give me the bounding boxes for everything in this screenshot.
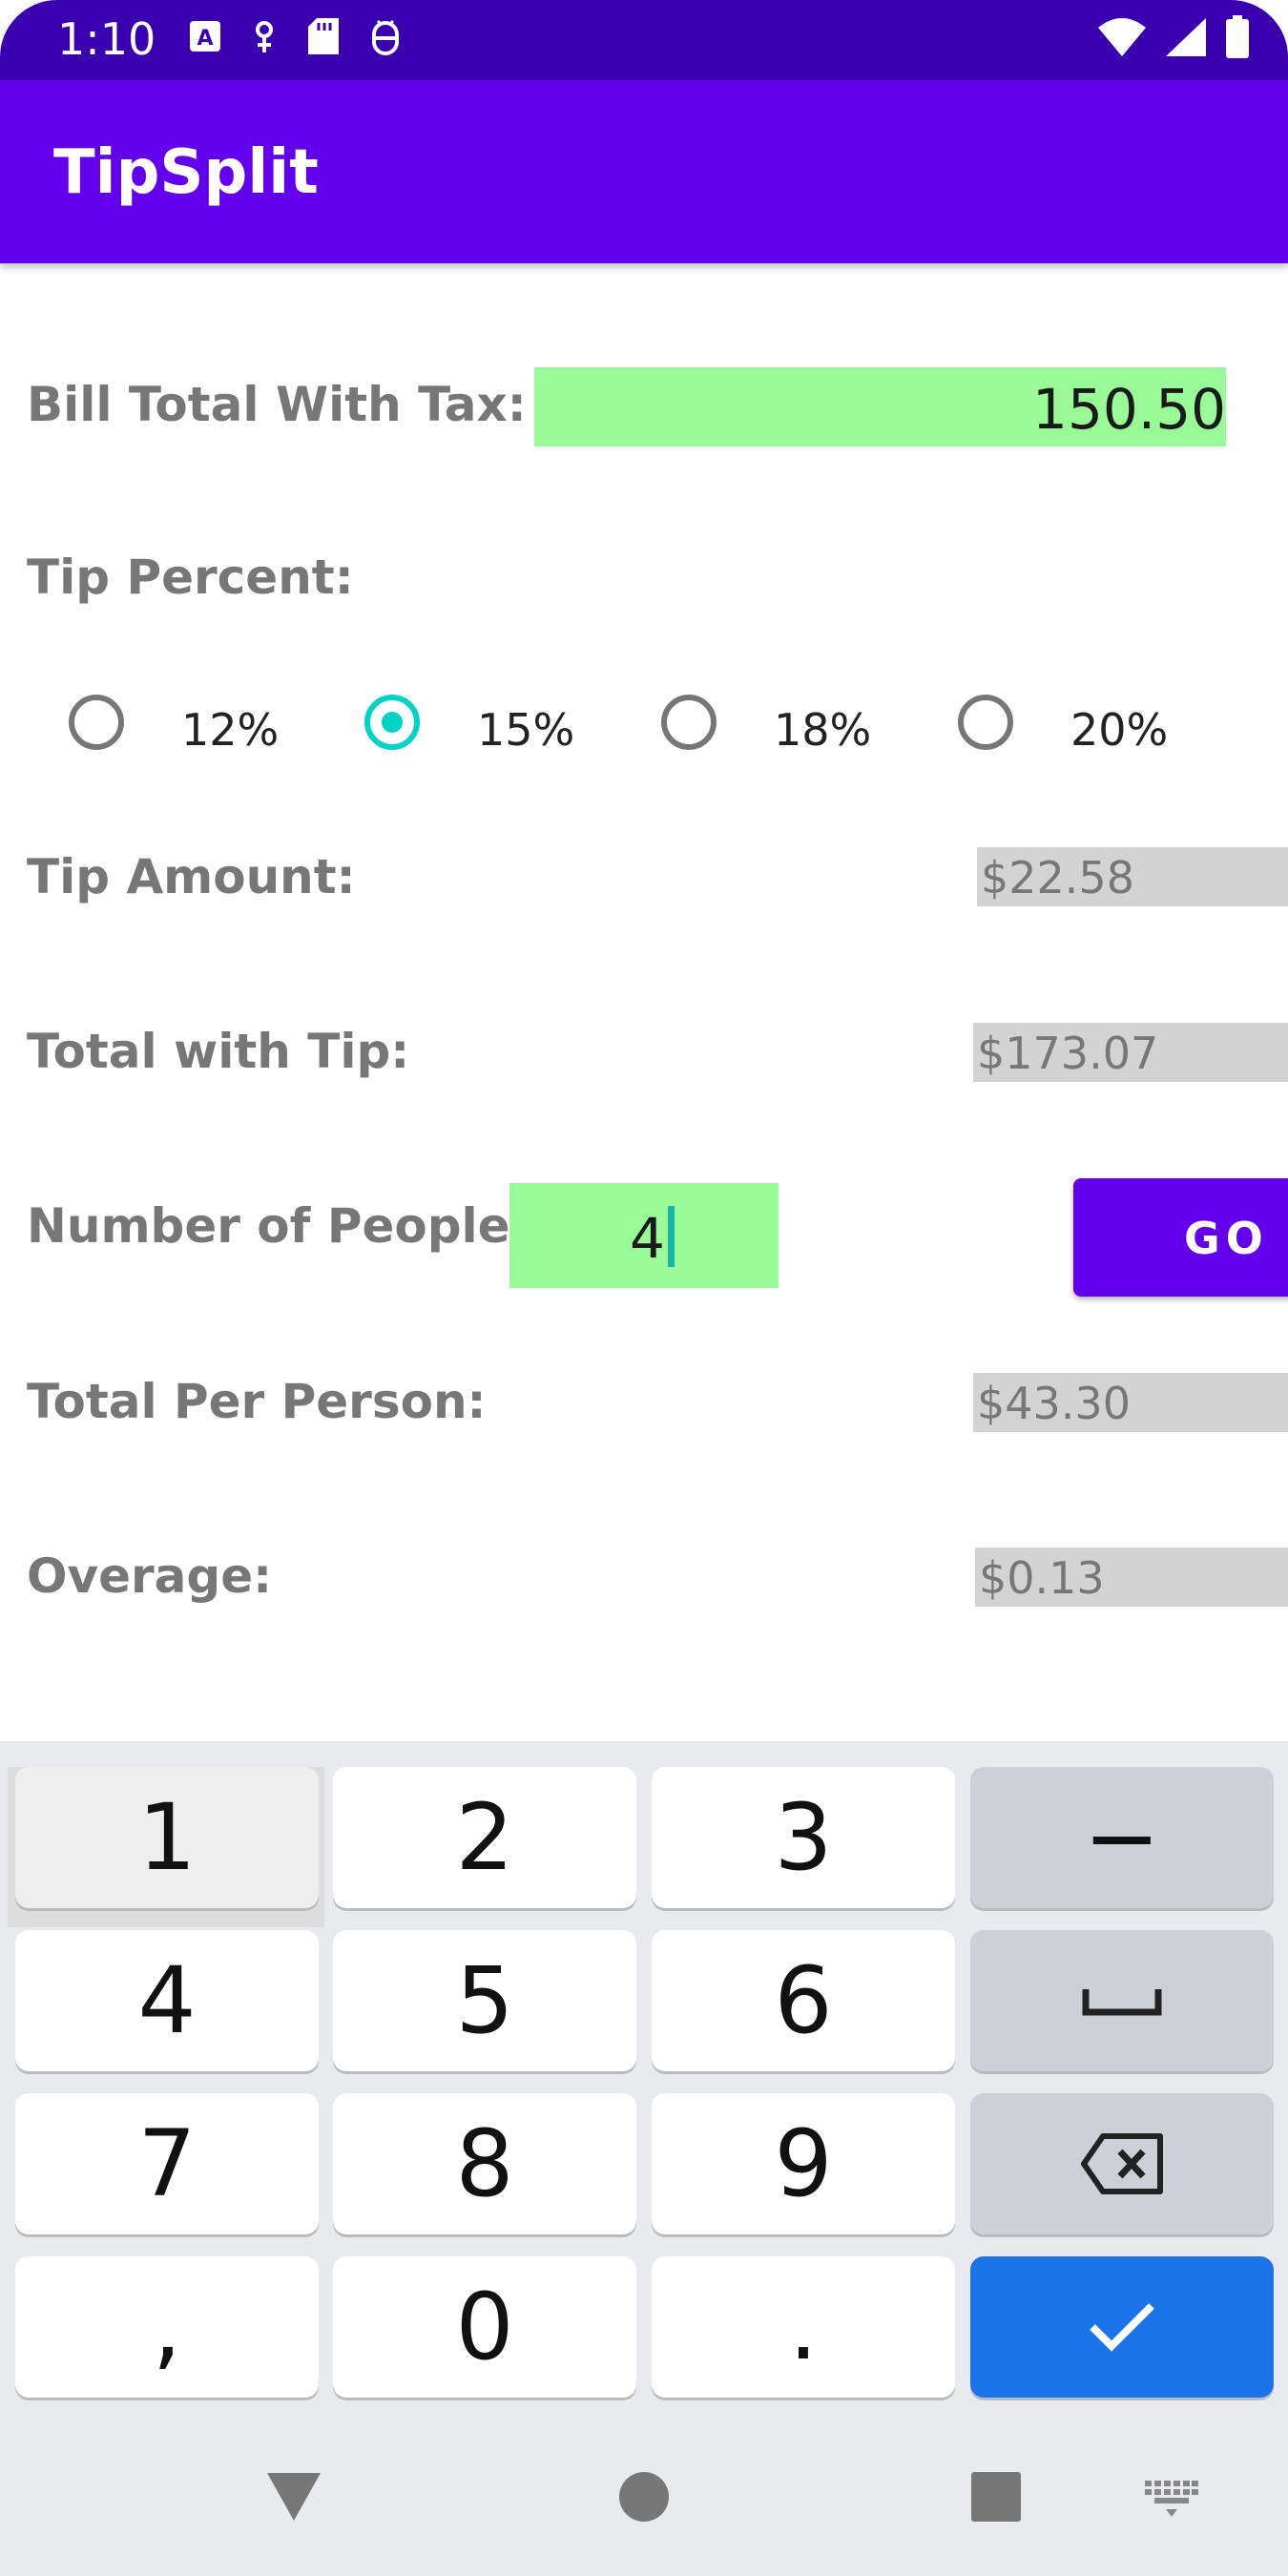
space-icon — [1082, 1989, 1162, 2016]
tip-amount-output: $22.58 — [977, 847, 1288, 906]
signal-icon — [1166, 18, 1206, 56]
key-6[interactable]: 6 — [652, 1930, 955, 2071]
bill-total-label: Bill Total With Tax: — [27, 377, 527, 432]
key-1[interactable]: 1 — [15, 1767, 319, 1908]
radio-unchecked-icon — [69, 695, 124, 750]
key-2[interactable]: 2 — [333, 1767, 636, 1908]
sd-card-icon — [308, 18, 339, 54]
key-0[interactable]: 0 — [333, 2256, 636, 2398]
battery-icon — [1226, 15, 1249, 58]
bill-total-value: 150.50 — [1032, 377, 1226, 442]
key-space[interactable] — [970, 1930, 1274, 2071]
key-period[interactable]: . — [652, 2256, 955, 2398]
bill-total-input[interactable]: 150.50 — [534, 367, 1226, 447]
key-8[interactable]: 8 — [333, 2093, 636, 2234]
key-5[interactable]: 5 — [333, 1930, 636, 2071]
tip-amount-label: Tip Amount: — [27, 849, 356, 904]
radio-unchecked-icon — [661, 695, 717, 750]
wifi-icon — [1098, 18, 1146, 56]
key-7[interactable]: 7 — [15, 2093, 319, 2234]
svg-text:A: A — [197, 27, 213, 51]
people-value: 4 — [630, 1206, 665, 1271]
app-title: TipSplit — [53, 137, 319, 208]
gender-icon — [256, 21, 273, 52]
total-with-tip-output: $173.07 — [973, 1023, 1288, 1082]
people-label: Number of People: — [27, 1198, 530, 1254]
key-3[interactable]: 3 — [652, 1767, 955, 1908]
go-button[interactable]: GO — [1073, 1178, 1288, 1297]
per-person-label: Total Per Person: — [27, 1374, 487, 1429]
radio-label: 12% — [181, 704, 280, 756]
radio-label: 18% — [774, 704, 872, 756]
key-done[interactable] — [970, 2256, 1274, 2398]
tip-percent-label: Tip Percent: — [27, 550, 354, 605]
recents-icon[interactable] — [970, 2471, 1022, 2523]
backspace-icon — [1081, 2133, 1163, 2194]
back-icon[interactable] — [265, 2471, 322, 2523]
android-debug-icon — [372, 19, 399, 55]
key-9[interactable]: 9 — [652, 2093, 955, 2234]
total-with-tip-label: Total with Tip: — [27, 1024, 410, 1079]
per-person-output: $43.30 — [973, 1373, 1288, 1432]
status-bar: 1:10 A — [0, 0, 1288, 80]
home-icon[interactable] — [618, 2471, 670, 2523]
key-4[interactable]: 4 — [15, 1930, 319, 2071]
key-minus[interactable]: − — [970, 1767, 1274, 1908]
radio-label: 15% — [477, 704, 575, 756]
keyboard-switch-icon[interactable] — [1145, 2481, 1198, 2519]
a-icon: A — [190, 21, 220, 52]
radio-checked-icon — [364, 695, 420, 750]
key-comma[interactable]: , — [15, 2256, 319, 2398]
app-screen: 1:10 A TipSplit Bill Total With Tax: 150… — [0, 0, 1288, 2576]
radio-label: 20% — [1070, 704, 1169, 756]
status-left-icons: A — [189, 17, 403, 55]
people-input[interactable]: 4 — [509, 1183, 779, 1288]
radio-unchecked-icon — [958, 695, 1013, 750]
app-bar: TipSplit — [0, 80, 1288, 263]
tip-percent-radio-group: 12% 15% 18% 20% — [0, 687, 1288, 773]
overage-output: $0.13 — [975, 1548, 1288, 1607]
status-time: 1:10 — [57, 13, 156, 65]
navigation-bar — [0, 2395, 1288, 2576]
checkmark-icon — [1090, 2303, 1154, 2352]
text-cursor — [668, 1206, 675, 1267]
key-backspace[interactable] — [970, 2093, 1274, 2234]
overage-label: Overage: — [27, 1548, 273, 1604]
status-right-icons — [1097, 15, 1250, 59]
go-label: GO — [1184, 1213, 1269, 1264]
